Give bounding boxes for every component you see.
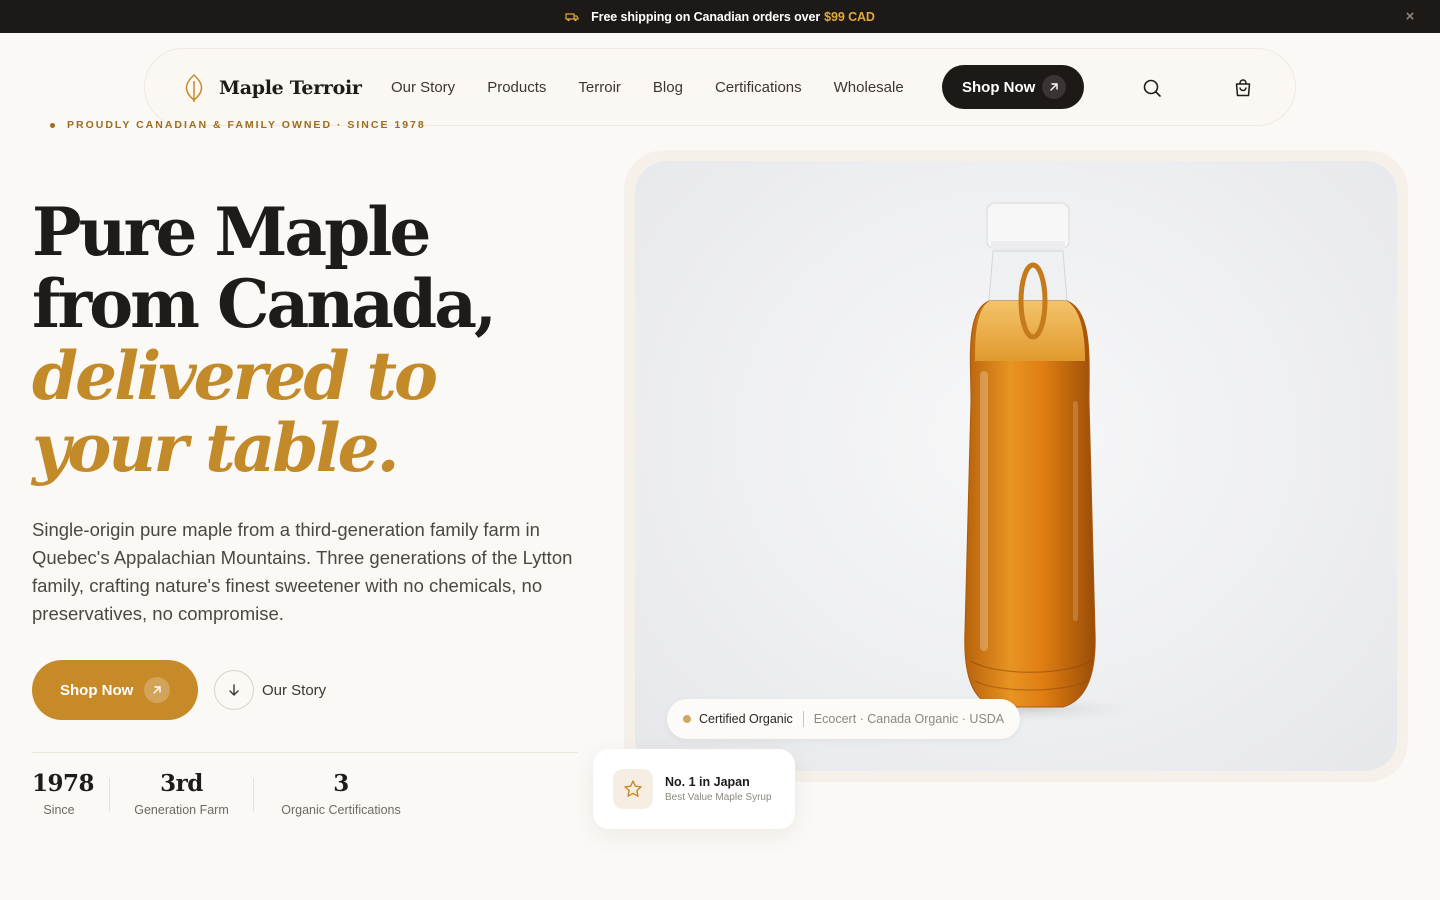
nav-shop-now-button[interactable]: Shop Now [942,65,1084,109]
cart-icon[interactable] [1231,76,1255,100]
product-image [635,161,1397,771]
stat-generation: 3rd Generation Farm [130,770,233,817]
hero-heading-line-2: from Canada, [32,265,497,343]
announcement-text: Free shipping on Canadian orders over [591,9,821,24]
award-title: No. 1 in Japan [665,775,750,789]
nav-link-wholesale[interactable]: Wholesale [834,79,904,96]
brand-name: Maple Terroir [219,77,362,99]
truck-icon [565,12,579,22]
arrow-up-right-icon [1042,75,1066,99]
nav-links: Our Story Products Terroir Blog Certific… [391,79,936,96]
leaf-icon [185,73,203,102]
brand-logo[interactable]: Maple Terroir [181,73,362,103]
stat-label: Organic Certifications [281,803,401,817]
badge-bodies: Ecocert · Canada Organic · USDA [813,712,1005,726]
nav-link-certifications[interactable]: Certifications [715,79,802,96]
badge-separator [802,711,804,727]
maple-syrup-bottle-illustration [920,202,1140,723]
award-card: No. 1 in Japan Best Value Maple Syrup [593,749,795,829]
announcement-bar: Free shipping on Canadian orders over $9… [0,0,1440,33]
award-subtitle: Best Value Maple Syrup [665,792,772,803]
star-icon [613,769,653,809]
nav-link-terroir[interactable]: Terroir [578,79,621,96]
nav-link-products[interactable]: Products [487,79,546,96]
stat-certifications: 3 Organic Certifications [276,770,406,817]
stat-separator [109,778,110,812]
hero-tagline: PROUDLY CANADIAN & FAMILY OWNED · SINCE … [50,119,426,131]
hero-description: Single-origin pure maple from a third-ge… [32,519,573,624]
hero-heading-line-3: delivered to [32,337,438,415]
nav-shop-now-label: Shop Now [962,78,1036,96]
badge-dot [683,715,691,723]
tagline-dot [50,122,55,128]
hero-heading-line-4: your table. [32,409,400,487]
nav-link-our-story[interactable]: Our Story [391,79,455,96]
arrow-up-right-icon [144,677,170,703]
hero-heading: Pure Maple from Canada, delivered to you… [32,193,497,487]
arrow-down-icon [214,670,254,710]
stat-value: 1978 [32,770,95,797]
stat-since: 1978 Since [32,770,95,817]
hero-shop-now-button[interactable]: Shop Now [32,660,198,720]
hero-heading-line-1: Pure Maple [32,193,431,271]
hero-our-story-label: Our Story [262,681,327,699]
announcement-highlight: $99 CAD [824,9,875,24]
close-icon[interactable]: × [1402,9,1418,25]
certified-organic-badge: Certified Organic Ecocert · Canada Organ… [667,699,1021,739]
badge-title: Certified Organic [699,712,793,726]
nav-link-blog[interactable]: Blog [653,79,683,96]
main-navigation: Maple Terroir Our Story Products Terroir… [144,48,1296,126]
stat-label: Generation Farm [134,803,229,817]
stat-value: 3rd [160,770,203,797]
stat-label: Since [43,803,75,817]
search-icon[interactable] [1140,76,1164,100]
hero-our-story-button[interactable]: Our Story [214,670,326,710]
tagline-text: PROUDLY CANADIAN & FAMILY OWNED · SINCE … [67,119,426,131]
hero-shop-now-label: Shop Now [60,681,134,699]
stat-value: 3 [333,770,349,797]
stat-separator [253,778,254,812]
stats-divider [32,752,578,753]
